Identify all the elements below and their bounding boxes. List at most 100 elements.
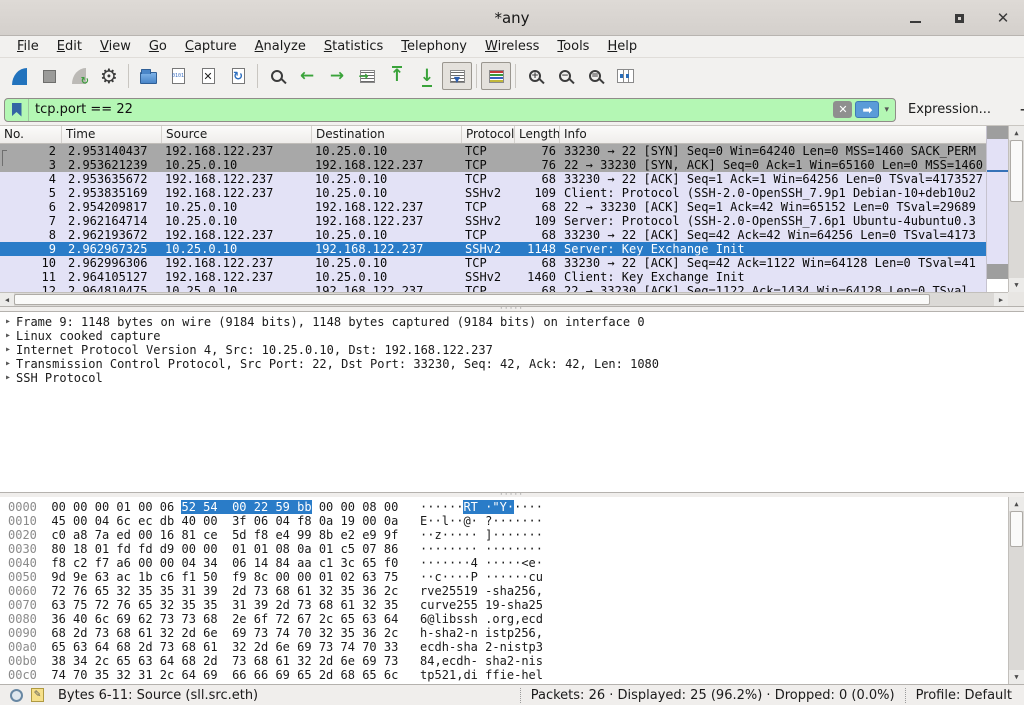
- hex-row[interactable]: 0020 c0 a8 7a ed 00 16 81 ce 5d f8 e4 99…: [0, 528, 1024, 542]
- column-header-length[interactable]: Length: [515, 126, 560, 143]
- filter-clear-button[interactable]: ✕: [833, 101, 852, 118]
- display-filter-input[interactable]: tcp.port == 22 ✕ ➡ ▾: [4, 98, 896, 122]
- colorize-button[interactable]: [481, 62, 511, 90]
- packet-row[interactable]: 42.953635672192.168.122.23710.25.0.10TCP…: [0, 172, 1008, 186]
- go-to-packet-button[interactable]: [352, 62, 382, 90]
- resize-columns-button[interactable]: [610, 62, 640, 90]
- scroll-left-arrow-icon[interactable]: ◀: [0, 293, 14, 306]
- column-header-protocol[interactable]: Protocol: [462, 126, 515, 143]
- bytes-vertical-scrollbar[interactable]: ▲ ▼: [1008, 497, 1024, 684]
- menu-item-statistics[interactable]: Statistics: [315, 36, 392, 58]
- save-file-button[interactable]: [163, 62, 193, 90]
- hex-row[interactable]: 0030 80 18 01 fd fd d9 00 00 01 01 08 0a…: [0, 542, 1024, 556]
- reload-file-button[interactable]: [223, 62, 253, 90]
- status-profile[interactable]: Profile: Default: [905, 688, 1024, 703]
- expand-arrow-icon[interactable]: ▸: [0, 371, 16, 385]
- detail-line[interactable]: ▸Frame 9: 1148 bytes on wire (9184 bits)…: [0, 315, 1024, 329]
- scroll-up-arrow-icon[interactable]: ▲: [1009, 126, 1024, 140]
- menu-item-view[interactable]: View: [91, 36, 140, 58]
- packet-row[interactable]: 22.953140437192.168.122.23710.25.0.10TCP…: [0, 144, 1008, 158]
- capture-comment-icon[interactable]: ✎: [31, 688, 44, 702]
- packet-list-horizontal-scrollbar[interactable]: ◀ ▶: [0, 292, 1008, 306]
- filter-bookmark-button[interactable]: [5, 99, 29, 121]
- hex-row[interactable]: 0090 68 2d 73 68 61 32 2d 6e 69 73 74 70…: [0, 626, 1024, 640]
- expression-button[interactable]: Expression...: [908, 102, 991, 117]
- go-first-button[interactable]: ↑: [382, 62, 412, 90]
- scroll-down-arrow-icon[interactable]: ▼: [1009, 670, 1024, 684]
- detail-line[interactable]: ▸Transmission Control Protocol, Src Port…: [0, 357, 1024, 371]
- go-back-button[interactable]: ←: [292, 62, 322, 90]
- filter-dropdown-caret-icon[interactable]: ▾: [882, 105, 895, 115]
- expert-info-icon[interactable]: [10, 689, 23, 702]
- menu-item-file[interactable]: File: [8, 36, 48, 58]
- menu-item-edit[interactable]: Edit: [48, 36, 91, 58]
- start-capture-button[interactable]: [4, 62, 34, 90]
- packet-row[interactable]: 122.96481047510.25.0.10192.168.122.237TC…: [0, 284, 1008, 292]
- go-forward-button[interactable]: →: [322, 62, 352, 90]
- column-header-info[interactable]: Info: [560, 126, 1024, 143]
- menu-item-telephony[interactable]: Telephony: [392, 36, 476, 58]
- filter-value[interactable]: tcp.port == 22: [29, 102, 833, 117]
- packet-row[interactable]: 72.96216471410.25.0.10192.168.122.237SSH…: [0, 214, 1008, 228]
- hex-row[interactable]: 0070 63 75 72 76 65 32 35 35 31 39 2d 73…: [0, 598, 1024, 612]
- scroll-down-arrow-icon[interactable]: ▼: [1009, 278, 1024, 292]
- restart-capture-button[interactable]: [64, 62, 94, 90]
- packet-row[interactable]: 52.953835169192.168.122.23710.25.0.10SSH…: [0, 186, 1008, 200]
- scroll-up-arrow-icon[interactable]: ▲: [1009, 497, 1024, 511]
- detail-line[interactable]: ▸Internet Protocol Version 4, Src: 10.25…: [0, 343, 1024, 357]
- close-button[interactable]: ✕: [992, 7, 1014, 29]
- capture-options-button[interactable]: [94, 62, 124, 90]
- menu-item-capture[interactable]: Capture: [176, 36, 246, 58]
- column-header-no[interactable]: No.: [0, 126, 62, 143]
- menu-item-analyze[interactable]: Analyze: [246, 36, 315, 58]
- column-header-time[interactable]: Time: [62, 126, 162, 143]
- open-file-button[interactable]: [133, 62, 163, 90]
- packet-list-vertical-scrollbar[interactable]: ▲ ▼: [1008, 126, 1024, 292]
- go-last-button[interactable]: ↓: [412, 62, 442, 90]
- menu-item-tools[interactable]: Tools: [548, 36, 598, 58]
- expand-arrow-icon[interactable]: ▸: [0, 329, 16, 343]
- zoom-reset-button[interactable]: =: [580, 62, 610, 90]
- auto-scroll-button[interactable]: [442, 62, 472, 90]
- hex-row[interactable]: 0050 9d 9e 63 ac 1b c6 f1 50 f9 8c 00 00…: [0, 570, 1024, 584]
- maximize-button[interactable]: [948, 7, 970, 29]
- packet-list-minimap[interactable]: [986, 126, 1008, 292]
- add-filter-button[interactable]: +: [1011, 100, 1024, 119]
- hex-row[interactable]: 0000 00 00 00 01 00 06 52 54 00 22 59 bb…: [0, 500, 1024, 514]
- menu-item-go[interactable]: Go: [140, 36, 176, 58]
- hex-row[interactable]: 00b0 38 34 2c 65 63 64 68 2d 73 68 61 32…: [0, 654, 1024, 668]
- hex-row[interactable]: 0010 45 00 04 6c ec db 40 00 3f 06 04 f8…: [0, 514, 1024, 528]
- hex-row[interactable]: 0040 f8 c2 f7 a6 00 00 04 34 06 14 84 aa…: [0, 556, 1024, 570]
- close-file-button[interactable]: [193, 62, 223, 90]
- scroll-right-arrow-icon[interactable]: ▶: [994, 293, 1008, 306]
- scrollbar-thumb[interactable]: [1010, 140, 1023, 202]
- detail-line[interactable]: ▸SSH Protocol: [0, 371, 1024, 385]
- zoom-reset-icon: =: [589, 70, 601, 82]
- detail-line[interactable]: ▸Linux cooked capture: [0, 329, 1024, 343]
- find-packet-button[interactable]: [262, 62, 292, 90]
- zoom-in-button[interactable]: +: [520, 62, 550, 90]
- scrollbar-thumb[interactable]: [1010, 511, 1023, 547]
- menu-item-help[interactable]: Help: [598, 36, 646, 58]
- packet-row[interactable]: 82.962193672192.168.122.23710.25.0.10TCP…: [0, 228, 1008, 242]
- zoom-out-button[interactable]: −: [550, 62, 580, 90]
- hex-row[interactable]: 0080 36 40 6c 69 62 73 73 68 2e 6f 72 67…: [0, 612, 1024, 626]
- packet-row[interactable]: 92.96296732510.25.0.10192.168.122.237SSH…: [0, 242, 1008, 256]
- packet-row[interactable]: 32.95362123910.25.0.10192.168.122.237TCP…: [0, 158, 1008, 172]
- packet-row[interactable]: 102.962996306192.168.122.23710.25.0.10TC…: [0, 256, 1008, 270]
- menu-item-wireless[interactable]: Wireless: [476, 36, 548, 58]
- expand-arrow-icon[interactable]: ▸: [0, 357, 16, 371]
- expand-arrow-icon[interactable]: ▸: [0, 315, 16, 329]
- packet-row[interactable]: 62.95420981710.25.0.10192.168.122.237TCP…: [0, 200, 1008, 214]
- expand-arrow-icon[interactable]: ▸: [0, 343, 16, 357]
- filter-apply-button[interactable]: ➡: [855, 101, 879, 118]
- column-header-destination[interactable]: Destination: [312, 126, 462, 143]
- hex-row[interactable]: 00c0 74 70 35 32 31 2c 64 69 66 66 69 65…: [0, 668, 1024, 682]
- packet-row[interactable]: 112.964105127192.168.122.23710.25.0.10SS…: [0, 270, 1008, 284]
- hex-row[interactable]: 0060 72 76 65 32 35 35 31 39 2d 73 68 61…: [0, 584, 1024, 598]
- hex-row[interactable]: 00a0 65 63 64 68 2d 73 68 61 32 2d 6e 69…: [0, 640, 1024, 654]
- minimize-button[interactable]: [904, 7, 926, 29]
- stop-capture-button[interactable]: [34, 62, 64, 90]
- scrollbar-thumb[interactable]: [14, 294, 930, 305]
- column-header-source[interactable]: Source: [162, 126, 312, 143]
